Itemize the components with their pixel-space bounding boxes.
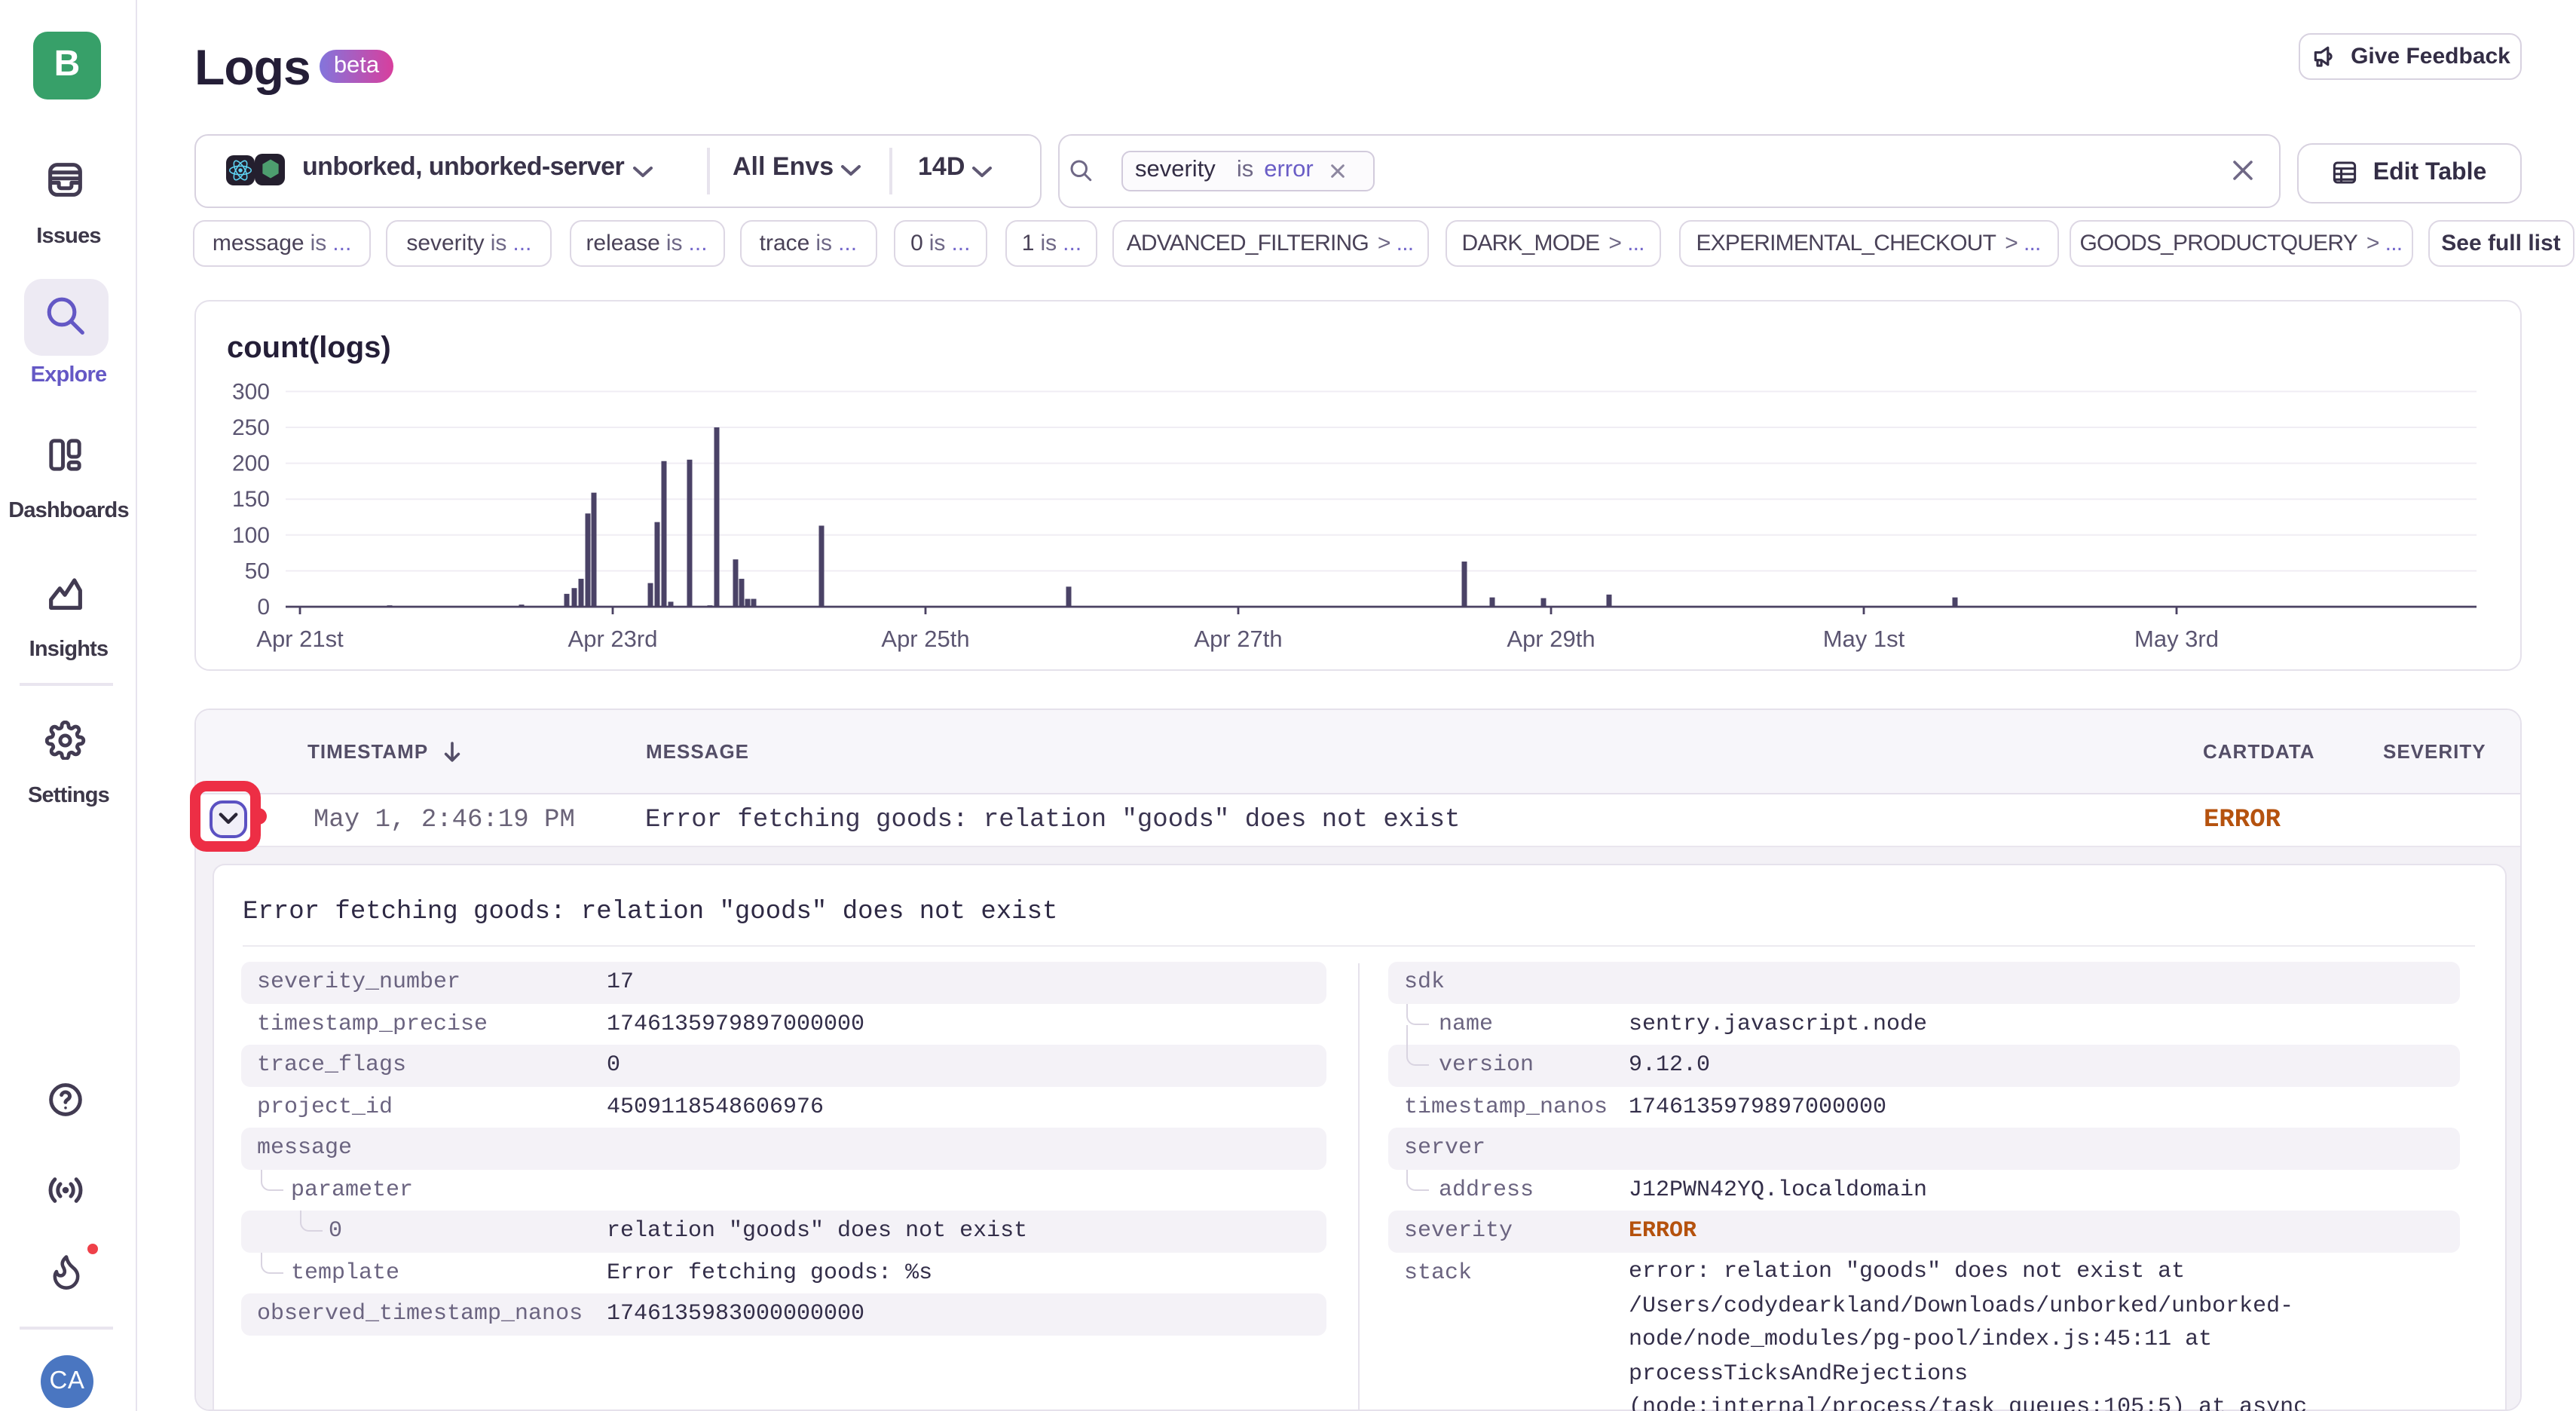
svg-text:May 3rd: May 3rd [2134,626,2219,652]
svg-text:300: 300 [232,379,270,404]
svg-text:50: 50 [245,559,270,583]
svg-text:May 1st: May 1st [1823,626,1905,652]
svg-text:200: 200 [232,451,270,476]
svg-text:Apr 27th: Apr 27th [1194,626,1282,652]
svg-text:Apr 25th: Apr 25th [881,626,969,652]
svg-text:Apr 29th: Apr 29th [1507,626,1595,652]
svg-text:100: 100 [232,523,270,548]
svg-text:150: 150 [232,487,270,512]
svg-text:Apr 21st: Apr 21st [256,626,344,652]
svg-text:Apr 23rd: Apr 23rd [568,626,658,652]
svg-text:250: 250 [232,415,270,440]
svg-text:0: 0 [257,595,270,620]
